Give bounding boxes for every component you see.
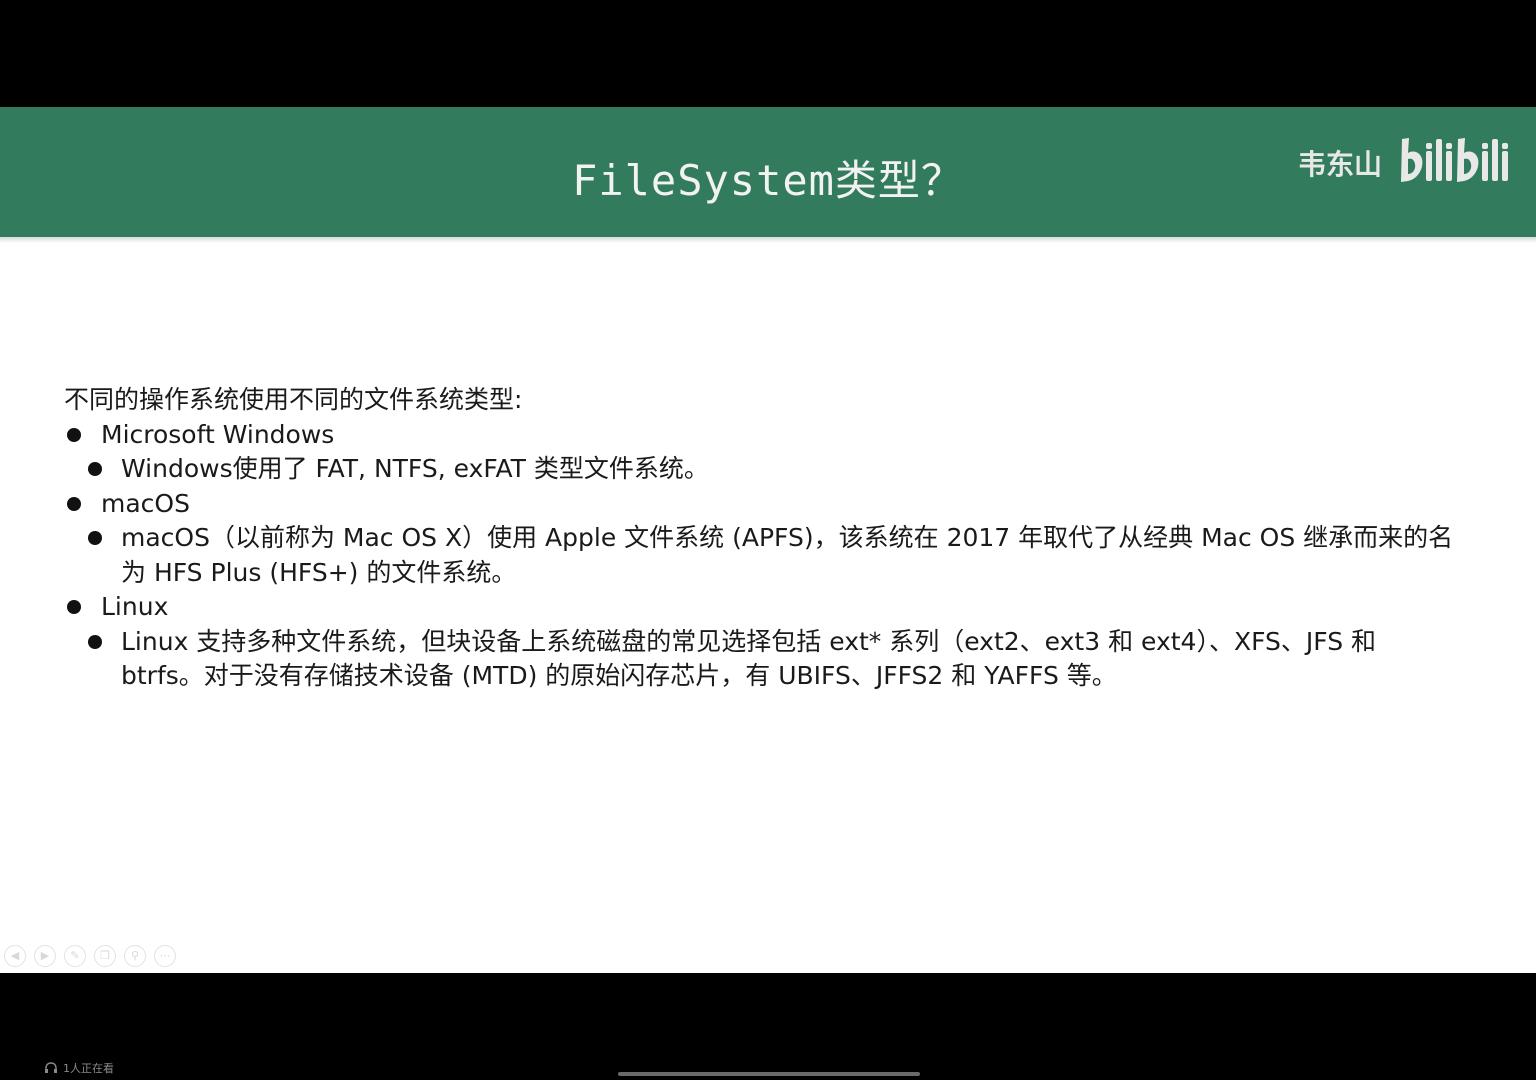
sub-list-item: macOS（以前称为 Mac OS X）使用 Apple 文件系统 (APFS)… [85, 521, 1484, 590]
presentation-slide: FileSystem类型？ 韦东山 不同的操作系统使用不同的文件系统类型: Mi… [0, 107, 1536, 973]
bullet-icon [88, 634, 102, 649]
list-item: macOS（以前称为 Mac OS X）使用 Apple 文件系统 (APFS)… [64, 521, 1484, 590]
watermark-author: 韦东山 [1297, 148, 1382, 181]
os-label: macOS [101, 488, 190, 518]
bullet-icon [67, 427, 81, 442]
more-icon[interactable]: ⋯ [154, 945, 176, 967]
watermark: 韦东山 [1298, 135, 1512, 191]
slide-toolbar: ◀ ▶ ✎ ❐ ⚲ ⋯ [4, 945, 176, 967]
list-item: Linux 支持多种文件系统，但块设备上系统磁盘的常见选择包括 ext* 系列（… [64, 625, 1484, 694]
viewer-count: 1人正在看 [44, 1060, 114, 1076]
list-item: macOS [64, 487, 1484, 522]
bilibili-logo [1401, 138, 1508, 182]
list-item: Linux [64, 590, 1484, 625]
headphones-icon [45, 1062, 57, 1073]
slide-body: 不同的操作系统使用不同的文件系统类型: Microsoft Windows Wi… [64, 383, 1484, 694]
slide-header: FileSystem类型？ 韦东山 [0, 107, 1536, 237]
bullet-icon [88, 462, 102, 476]
os-label: Microsoft Windows [101, 419, 335, 449]
header-shadow [0, 237, 1536, 243]
intro-text: 不同的操作系统使用不同的文件系统类型: [64, 385, 523, 414]
viewer-count-text: 1人正在看 [63, 1062, 114, 1075]
sub-list: macOS（以前称为 Mac OS X）使用 Apple 文件系统 (APFS)… [85, 521, 1484, 590]
sub-list-item: Windows使用了 FAT, NTFS, exFAT 类型文件系统。 [85, 452, 1484, 487]
next-icon[interactable]: ▶ [34, 945, 56, 967]
sub-list: Windows使用了 FAT, NTFS, exFAT 类型文件系统。 [85, 452, 1484, 487]
detail-text: Linux 支持多种文件系统，但块设备上系统磁盘的常见选择包括 ext* 系列（… [121, 626, 1377, 691]
os-label: Linux [101, 592, 169, 621]
home-indicator[interactable] [618, 1072, 920, 1076]
list-item: Windows使用了 FAT, NTFS, exFAT 类型文件系统。 [64, 452, 1484, 487]
prev-icon[interactable]: ◀ [4, 945, 26, 967]
list-item: Microsoft Windows [64, 418, 1484, 453]
bullet-icon [67, 496, 81, 511]
pen-icon[interactable]: ✎ [64, 945, 86, 967]
bullet-icon [88, 531, 102, 545]
os-list: Microsoft Windows Windows使用了 FAT, NTFS, … [64, 418, 1484, 694]
copy-icon[interactable]: ❐ [94, 945, 116, 967]
sub-list: Linux 支持多种文件系统，但块设备上系统磁盘的常见选择包括 ext* 系列（… [85, 625, 1484, 694]
detail-text: Windows使用了 FAT, NTFS, exFAT 类型文件系统。 [121, 454, 709, 483]
detail-text: macOS（以前称为 Mac OS X）使用 Apple 文件系统 (APFS)… [121, 523, 1454, 587]
zoom-icon[interactable]: ⚲ [124, 945, 146, 967]
sub-list-item: Linux 支持多种文件系统，但块设备上系统磁盘的常见选择包括 ext* 系列（… [85, 625, 1484, 694]
bullet-icon [67, 600, 81, 614]
